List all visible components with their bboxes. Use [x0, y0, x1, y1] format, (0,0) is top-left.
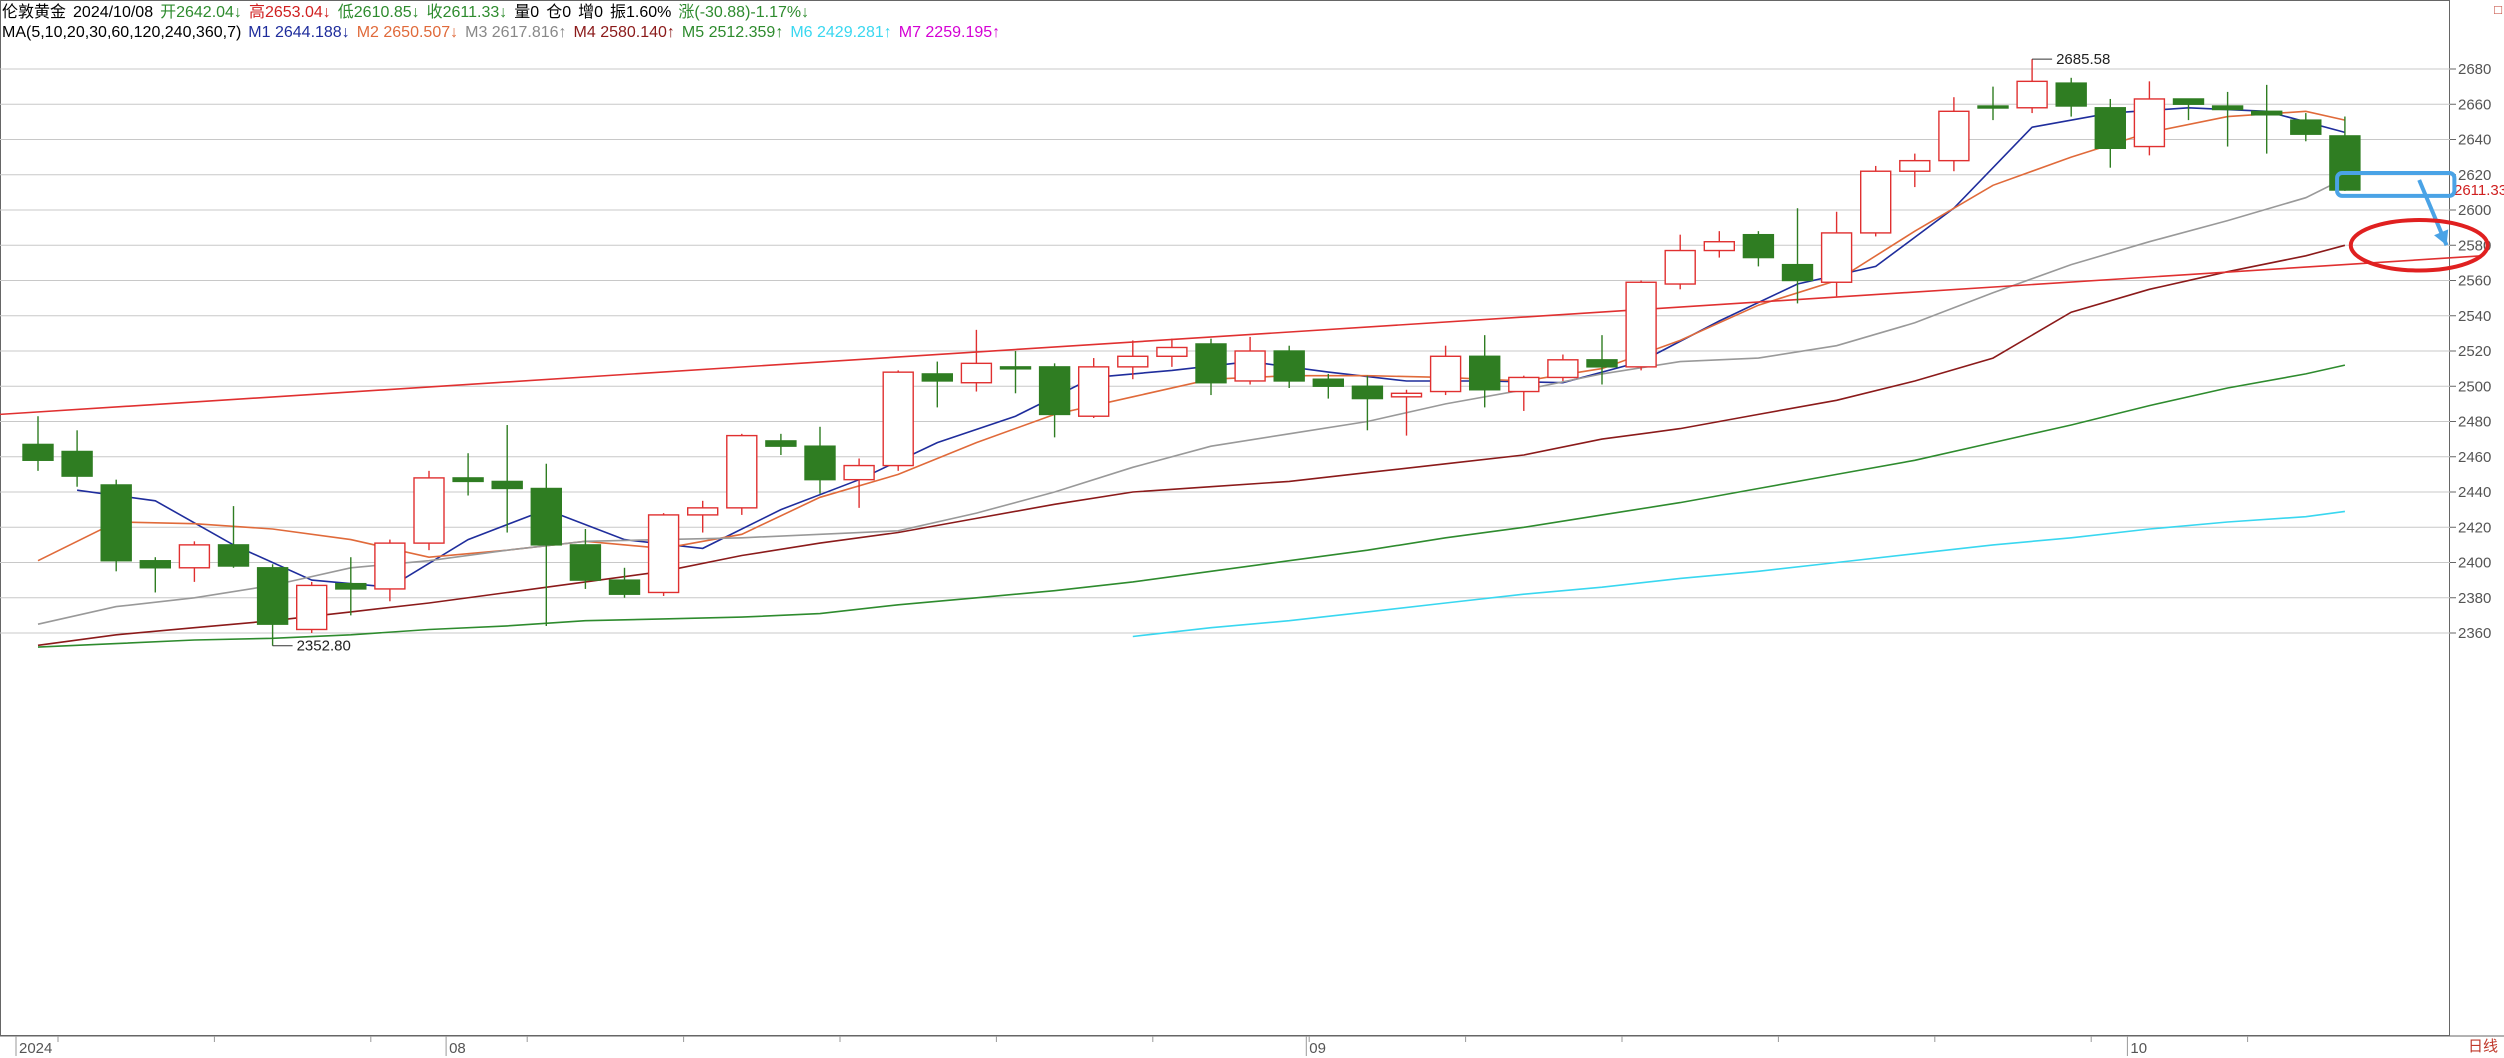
candle-body-down	[491, 480, 523, 490]
candle-body-down	[1586, 359, 1618, 368]
time-tick-label: 10	[2130, 1040, 2147, 1057]
candle-body-down	[2329, 135, 2361, 191]
candle-body-up	[882, 371, 914, 467]
candle-body-up	[374, 542, 406, 590]
candles-layer	[22, 59, 2361, 646]
candle-body-up	[1156, 346, 1188, 357]
candle-body-up	[1234, 350, 1266, 382]
min-price-label: 2352.80	[297, 638, 351, 655]
candle-body-down	[1038, 366, 1071, 416]
candle-body-down	[921, 373, 953, 382]
max-price-label: 2685.58	[2056, 51, 2110, 68]
candle-body-down	[1195, 343, 1227, 384]
candle-body-down	[335, 582, 367, 590]
candle-body-down	[1781, 263, 1814, 282]
candle-body-up	[726, 434, 758, 509]
candle-body-up	[1429, 355, 1462, 393]
candle-body-down	[804, 445, 836, 481]
price-tick-label: 2380	[2458, 590, 2491, 607]
candle-body-up	[178, 544, 211, 569]
candle-body-down	[1273, 350, 1305, 382]
corner-button[interactable]: □	[2494, 2, 2502, 17]
candle-body-down	[2290, 119, 2322, 135]
price-tick-label: 2500	[2458, 378, 2491, 395]
candle-body-down	[1742, 233, 1775, 259]
time-tick-label: 2024	[19, 1040, 52, 1057]
candle-body-up	[960, 362, 993, 384]
candle-body-up	[296, 584, 328, 631]
candle-body-down	[1468, 355, 1501, 391]
candle-body-down	[217, 544, 250, 567]
price-tick-label: 2420	[2458, 519, 2491, 536]
candle-body-up	[1938, 110, 1970, 162]
candle-body-up	[1390, 392, 1423, 398]
current-price-label: 2611.33	[2454, 182, 2504, 199]
kline-chart[interactable]: 2360 2380 2400 2420 2440 2460 2480 2500 2520 2540…	[0, 0, 2504, 1058]
candle-body-down	[22, 443, 54, 461]
candle-body-up	[843, 464, 875, 481]
candle-body-down	[608, 579, 641, 595]
price-tick-label: 2460	[2458, 449, 2491, 466]
candle-body-down	[61, 450, 93, 477]
candle-body-up	[1625, 281, 1657, 368]
candle-body-up	[1508, 376, 1540, 393]
price-tick-label: 2540	[2458, 308, 2491, 325]
candle-body-down	[1312, 378, 1345, 387]
time-tick-label: 08	[449, 1040, 466, 1057]
candle-body-down	[100, 484, 132, 562]
candle-body-down	[999, 366, 1032, 370]
candle-body-up	[1859, 170, 1892, 234]
candle-body-down	[765, 440, 797, 447]
candle-body-up	[1547, 359, 1579, 379]
candle-body-down	[1977, 105, 2009, 109]
candle-body-up	[2016, 80, 2048, 109]
candle-body-up	[1899, 159, 1931, 172]
candle-body-up	[1077, 366, 1110, 417]
candle-body-down	[569, 544, 602, 581]
time-tick-label: 09	[1309, 1040, 1326, 1057]
candle-body-up	[687, 507, 719, 516]
price-tick-label: 2560	[2458, 273, 2491, 290]
price-tick-label: 2520	[2458, 343, 2491, 360]
price-tick-label: 2400	[2458, 555, 2491, 572]
candle-body-down	[530, 487, 562, 546]
time-axis: 2024 08 09 10	[15, 1036, 2249, 1057]
candle-body-up	[1117, 355, 1149, 368]
candle-body-up	[413, 477, 445, 544]
candle-body-down	[452, 477, 484, 483]
candle-body-down	[256, 567, 289, 625]
candle-body-down	[2211, 105, 2244, 111]
candle-body-down	[2250, 110, 2283, 116]
candle-body-down	[1351, 385, 1384, 400]
ma-line-m6	[1132, 510, 2346, 638]
chart-frame	[0, 0, 2450, 1036]
period-label[interactable]: 日线	[2468, 1035, 2498, 1056]
candle-body-up	[1664, 249, 1696, 285]
price-tick-label: 2440	[2458, 484, 2491, 501]
candle-body-up	[1703, 241, 1736, 252]
candle-body-up	[647, 514, 680, 594]
ma-line-m2	[37, 110, 2346, 562]
price-tick-label: 2600	[2458, 202, 2491, 219]
price-tick-label: 2640	[2458, 132, 2491, 149]
price-tick-label: 2660	[2458, 96, 2491, 113]
candle-body-down	[2094, 107, 2127, 150]
candle-body-down	[139, 560, 172, 569]
price-tick-label: 2360	[2458, 625, 2491, 642]
candle-body-up	[2133, 98, 2166, 148]
candle-body-down	[2172, 98, 2205, 105]
price-grid	[0, 0, 2504, 1037]
trendline-layer	[0, 255, 2482, 416]
price-tick-label: 2480	[2458, 414, 2491, 431]
candle-body-up	[1820, 232, 1853, 283]
candle-body-down	[2055, 82, 2087, 107]
trendline	[0, 255, 2482, 416]
price-tick-label: 2680	[2458, 61, 2491, 78]
ma-line-m5	[37, 364, 2346, 648]
price-axis: 2360 2380 2400 2420 2440 2460 2480 2500 2520 2540…	[2450, 61, 2504, 642]
